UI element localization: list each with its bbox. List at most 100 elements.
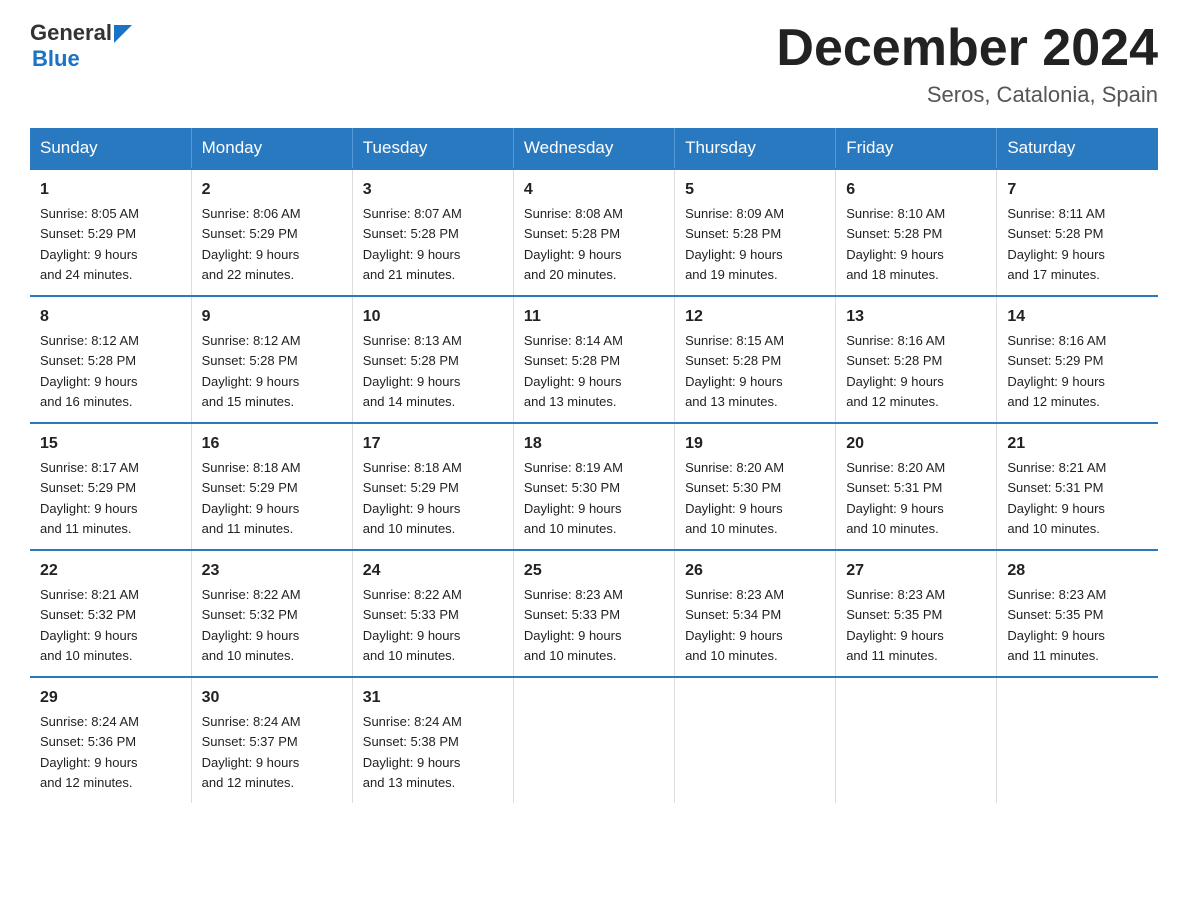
day-info: Sunrise: 8:21 AMSunset: 5:31 PMDaylight:… [1007,460,1106,536]
day-number: 20 [846,432,986,456]
day-info: Sunrise: 8:13 AMSunset: 5:28 PMDaylight:… [363,333,462,409]
logo: General Blue [30,20,132,72]
header-saturday: Saturday [997,128,1158,169]
day-info: Sunrise: 8:14 AMSunset: 5:28 PMDaylight:… [524,333,623,409]
day-info: Sunrise: 8:23 AMSunset: 5:35 PMDaylight:… [846,587,945,663]
day-number: 23 [202,559,342,583]
calendar-week-row: 22 Sunrise: 8:21 AMSunset: 5:32 PMDaylig… [30,550,1158,677]
calendar-day-cell: 30 Sunrise: 8:24 AMSunset: 5:37 PMDaylig… [191,677,352,803]
calendar-day-cell [836,677,997,803]
day-info: Sunrise: 8:07 AMSunset: 5:28 PMDaylight:… [363,206,462,282]
day-number: 27 [846,559,986,583]
day-number: 22 [40,559,181,583]
title-area: December 2024 Seros, Catalonia, Spain [776,20,1158,108]
day-number: 5 [685,178,825,202]
day-info: Sunrise: 8:11 AMSunset: 5:28 PMDaylight:… [1007,206,1105,282]
calendar-day-cell: 28 Sunrise: 8:23 AMSunset: 5:35 PMDaylig… [997,550,1158,677]
day-number: 10 [363,305,503,329]
day-number: 25 [524,559,664,583]
calendar-day-cell: 7 Sunrise: 8:11 AMSunset: 5:28 PMDayligh… [997,169,1158,296]
location-text: Seros, Catalonia, Spain [776,82,1158,108]
calendar-day-cell: 13 Sunrise: 8:16 AMSunset: 5:28 PMDaylig… [836,296,997,423]
day-number: 13 [846,305,986,329]
day-number: 8 [40,305,181,329]
day-info: Sunrise: 8:08 AMSunset: 5:28 PMDaylight:… [524,206,623,282]
day-number: 9 [202,305,342,329]
day-info: Sunrise: 8:22 AMSunset: 5:33 PMDaylight:… [363,587,462,663]
calendar-day-cell: 31 Sunrise: 8:24 AMSunset: 5:38 PMDaylig… [352,677,513,803]
calendar-day-cell: 6 Sunrise: 8:10 AMSunset: 5:28 PMDayligh… [836,169,997,296]
day-number: 15 [40,432,181,456]
calendar-day-cell: 22 Sunrise: 8:21 AMSunset: 5:32 PMDaylig… [30,550,191,677]
calendar-day-cell: 1 Sunrise: 8:05 AMSunset: 5:29 PMDayligh… [30,169,191,296]
calendar-day-cell: 21 Sunrise: 8:21 AMSunset: 5:31 PMDaylig… [997,423,1158,550]
day-info: Sunrise: 8:05 AMSunset: 5:29 PMDaylight:… [40,206,139,282]
calendar-day-cell: 8 Sunrise: 8:12 AMSunset: 5:28 PMDayligh… [30,296,191,423]
day-info: Sunrise: 8:17 AMSunset: 5:29 PMDaylight:… [40,460,139,536]
day-info: Sunrise: 8:06 AMSunset: 5:29 PMDaylight:… [202,206,301,282]
day-number: 6 [846,178,986,202]
calendar-day-cell: 16 Sunrise: 8:18 AMSunset: 5:29 PMDaylig… [191,423,352,550]
calendar-week-row: 8 Sunrise: 8:12 AMSunset: 5:28 PMDayligh… [30,296,1158,423]
day-info: Sunrise: 8:10 AMSunset: 5:28 PMDaylight:… [846,206,945,282]
calendar-day-cell: 19 Sunrise: 8:20 AMSunset: 5:30 PMDaylig… [675,423,836,550]
calendar-day-cell: 24 Sunrise: 8:22 AMSunset: 5:33 PMDaylig… [352,550,513,677]
day-info: Sunrise: 8:23 AMSunset: 5:34 PMDaylight:… [685,587,784,663]
day-number: 30 [202,686,342,710]
calendar-header-row: Sunday Monday Tuesday Wednesday Thursday… [30,128,1158,169]
calendar-day-cell: 14 Sunrise: 8:16 AMSunset: 5:29 PMDaylig… [997,296,1158,423]
calendar-day-cell: 20 Sunrise: 8:20 AMSunset: 5:31 PMDaylig… [836,423,997,550]
day-info: Sunrise: 8:12 AMSunset: 5:28 PMDaylight:… [202,333,301,409]
calendar-day-cell: 26 Sunrise: 8:23 AMSunset: 5:34 PMDaylig… [675,550,836,677]
day-number: 29 [40,686,181,710]
calendar-day-cell: 15 Sunrise: 8:17 AMSunset: 5:29 PMDaylig… [30,423,191,550]
calendar-day-cell: 23 Sunrise: 8:22 AMSunset: 5:32 PMDaylig… [191,550,352,677]
calendar-day-cell: 11 Sunrise: 8:14 AMSunset: 5:28 PMDaylig… [513,296,674,423]
logo-blue-text: Blue [32,46,80,72]
day-number: 12 [685,305,825,329]
day-number: 11 [524,305,664,329]
day-info: Sunrise: 8:24 AMSunset: 5:36 PMDaylight:… [40,714,139,790]
calendar-day-cell: 4 Sunrise: 8:08 AMSunset: 5:28 PMDayligh… [513,169,674,296]
day-number: 28 [1007,559,1148,583]
day-number: 21 [1007,432,1148,456]
day-info: Sunrise: 8:16 AMSunset: 5:28 PMDaylight:… [846,333,945,409]
day-number: 24 [363,559,503,583]
calendar-day-cell: 25 Sunrise: 8:23 AMSunset: 5:33 PMDaylig… [513,550,674,677]
day-info: Sunrise: 8:23 AMSunset: 5:33 PMDaylight:… [524,587,623,663]
day-number: 16 [202,432,342,456]
day-info: Sunrise: 8:22 AMSunset: 5:32 PMDaylight:… [202,587,301,663]
calendar-day-cell [675,677,836,803]
day-info: Sunrise: 8:21 AMSunset: 5:32 PMDaylight:… [40,587,139,663]
calendar-day-cell: 27 Sunrise: 8:23 AMSunset: 5:35 PMDaylig… [836,550,997,677]
day-info: Sunrise: 8:20 AMSunset: 5:30 PMDaylight:… [685,460,784,536]
day-number: 19 [685,432,825,456]
header-monday: Monday [191,128,352,169]
month-title: December 2024 [776,20,1158,77]
calendar-day-cell [997,677,1158,803]
calendar-day-cell: 18 Sunrise: 8:19 AMSunset: 5:30 PMDaylig… [513,423,674,550]
day-number: 7 [1007,178,1148,202]
calendar-day-cell: 9 Sunrise: 8:12 AMSunset: 5:28 PMDayligh… [191,296,352,423]
day-info: Sunrise: 8:12 AMSunset: 5:28 PMDaylight:… [40,333,139,409]
day-number: 2 [202,178,342,202]
calendar-day-cell: 12 Sunrise: 8:15 AMSunset: 5:28 PMDaylig… [675,296,836,423]
calendar-week-row: 1 Sunrise: 8:05 AMSunset: 5:29 PMDayligh… [30,169,1158,296]
page-header: General Blue December 2024 Seros, Catalo… [30,20,1158,108]
header-thursday: Thursday [675,128,836,169]
day-number: 1 [40,178,181,202]
day-info: Sunrise: 8:18 AMSunset: 5:29 PMDaylight:… [363,460,462,536]
header-friday: Friday [836,128,997,169]
day-number: 18 [524,432,664,456]
header-tuesday: Tuesday [352,128,513,169]
calendar-week-row: 29 Sunrise: 8:24 AMSunset: 5:36 PMDaylig… [30,677,1158,803]
day-info: Sunrise: 8:15 AMSunset: 5:28 PMDaylight:… [685,333,784,409]
calendar-table: Sunday Monday Tuesday Wednesday Thursday… [30,128,1158,803]
calendar-day-cell [513,677,674,803]
day-info: Sunrise: 8:16 AMSunset: 5:29 PMDaylight:… [1007,333,1106,409]
day-info: Sunrise: 8:24 AMSunset: 5:38 PMDaylight:… [363,714,462,790]
logo-triangle-icon [114,25,132,43]
day-info: Sunrise: 8:24 AMSunset: 5:37 PMDaylight:… [202,714,301,790]
calendar-day-cell: 17 Sunrise: 8:18 AMSunset: 5:29 PMDaylig… [352,423,513,550]
day-info: Sunrise: 8:18 AMSunset: 5:29 PMDaylight:… [202,460,301,536]
